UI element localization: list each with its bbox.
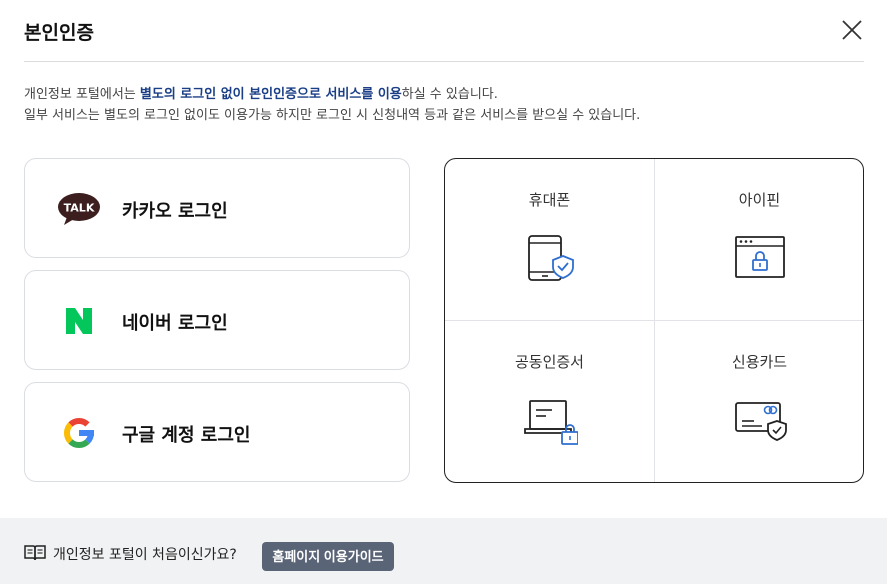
close-icon [842, 20, 862, 40]
auth-method-certificate[interactable]: 공동인증서 [445, 321, 654, 482]
description-highlight: 별도의 로그인 없이 본인인증으로 서비스를 이용 [139, 87, 402, 102]
description-text: 개인정보 포털에서는 [24, 87, 140, 102]
homepage-guide-button[interactable]: 홈페이지 이용가이드 [262, 542, 394, 571]
description-text: 하실 수 있습니다. [401, 87, 498, 102]
kakao-logo-text: TALK [64, 202, 95, 215]
description: 개인정보 포털에서는 별도의 로그인 없이 본인인증으로 서비스를 이용하실 수… [24, 84, 640, 126]
certificate-laptop-icon [523, 400, 578, 445]
footer: 개인정보 포털이 처음이신가요? 홈페이지 이용가이드 [0, 518, 887, 584]
auth-method-credit-card[interactable]: 신용카드 [655, 321, 863, 482]
modal-title: 본인인증 [24, 22, 94, 44]
kakao-login-label: 카카오 로그인 [122, 201, 228, 222]
naver-icon [57, 300, 101, 342]
auth-method-label: 아이핀 [738, 191, 781, 209]
description-line-1: 개인정보 포털에서는 별도의 로그인 없이 본인인증으로 서비스를 이용하실 수… [24, 84, 640, 105]
auth-method-grid: 휴대폰 아이핀 공동인증서 신용카드 [444, 158, 864, 483]
auth-method-ipin[interactable]: 아이핀 [655, 159, 863, 320]
description-line-2: 일부 서비스는 별도의 로그인 없이도 이용가능 하지만 로그인 시 신청내역 … [24, 108, 641, 123]
close-button[interactable] [840, 18, 864, 42]
credit-card-icon [734, 402, 787, 441]
footer-question: 개인정보 포털이 처음이신가요? [53, 547, 237, 563]
book-icon [24, 545, 46, 561]
ipin-icon [734, 236, 785, 278]
google-login-button[interactable]: 구글 계정 로그인 [24, 382, 410, 482]
auth-method-label: 휴대폰 [528, 191, 571, 209]
kakao-talk-icon: TALK [57, 188, 101, 230]
kakao-login-button[interactable]: TALK 카카오 로그인 [24, 158, 410, 258]
mobile-phone-icon [527, 235, 574, 281]
naver-login-label: 네이버 로그인 [122, 313, 228, 334]
google-login-label: 구글 계정 로그인 [122, 425, 251, 446]
google-icon [57, 412, 101, 454]
auth-method-label: 공동인증서 [514, 353, 584, 371]
modal-header: 본인인증 [24, 0, 864, 62]
naver-login-button[interactable]: 네이버 로그인 [24, 270, 410, 370]
auth-method-mobile[interactable]: 휴대폰 [445, 159, 654, 320]
auth-method-label: 신용카드 [731, 353, 788, 371]
